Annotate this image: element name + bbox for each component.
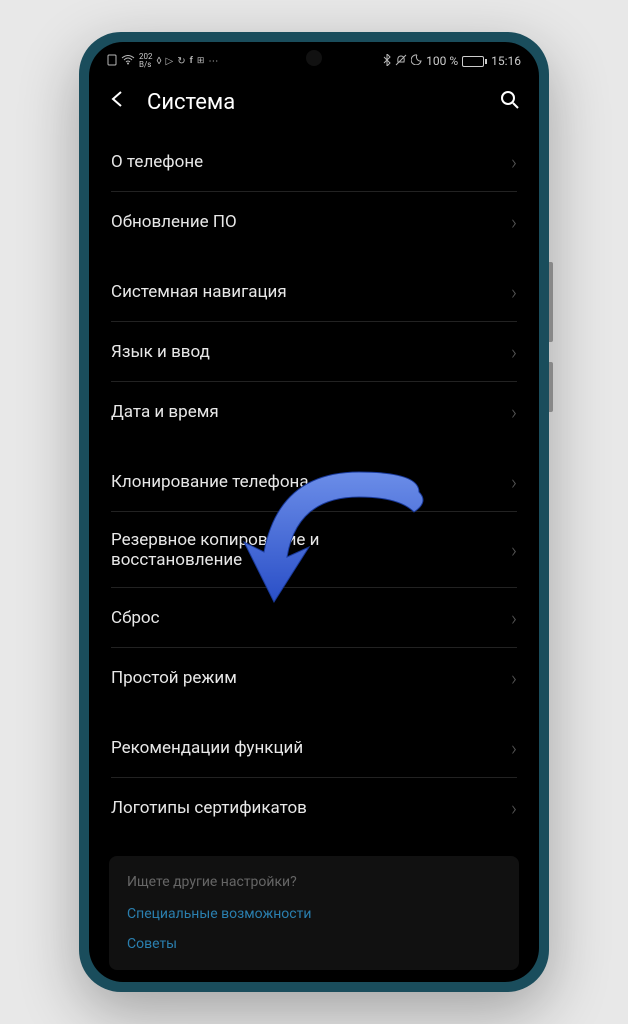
item-label: Дата и время — [111, 402, 219, 422]
power-button — [549, 362, 553, 412]
item-label: Клонирование телефона — [111, 472, 309, 492]
play-icon: ▷ — [166, 56, 174, 67]
phone-frame: 202 B/s ◊ ▷ ↻ f ⊞ ⋯ 100 — [79, 32, 549, 992]
item-software-update[interactable]: Обновление ПО › — [89, 192, 539, 252]
facebook-icon: f — [190, 56, 193, 66]
item-phone-clone[interactable]: Клонирование телефона › — [89, 452, 539, 512]
chevron-right-icon: › — [511, 400, 517, 424]
wifi-icon — [121, 55, 135, 68]
bluetooth-icon — [383, 54, 391, 69]
settings-list: О телефоне › Обновление ПО › Системная н… — [89, 132, 539, 838]
chevron-right-icon: › — [511, 340, 517, 364]
item-date-time[interactable]: Дата и время › — [89, 382, 539, 442]
item-about-phone[interactable]: О телефоне › — [89, 132, 539, 192]
chevron-right-icon: › — [511, 150, 517, 174]
more-icon: ⋯ — [208, 56, 218, 67]
battery-icon — [462, 56, 487, 67]
item-reset[interactable]: Сброс › — [89, 588, 539, 648]
volume-button — [549, 262, 553, 342]
chevron-right-icon: › — [511, 538, 517, 562]
chevron-right-icon: › — [511, 606, 517, 630]
back-button[interactable] — [107, 88, 129, 116]
item-language-input[interactable]: Язык и ввод › — [89, 322, 539, 382]
footer-card: Ищете другие настройки? Специальные возм… — [109, 856, 519, 970]
speed-unit: B/s — [139, 61, 153, 69]
item-label: Язык и ввод — [111, 342, 210, 362]
page-title: Система — [147, 90, 481, 115]
item-label: Обновление ПО — [111, 212, 237, 232]
item-system-navigation[interactable]: Системная навигация › — [89, 262, 539, 322]
item-label: Резервное копирование и восстановление — [111, 530, 371, 570]
item-cert-logos[interactable]: Логотипы сертификатов › — [89, 778, 539, 838]
dnd-icon — [395, 54, 407, 69]
location-icon: ◊ — [157, 56, 162, 67]
item-label: О телефоне — [111, 152, 203, 172]
camera-notch — [306, 50, 322, 66]
link-accessibility[interactable]: Специальные возможности — [127, 906, 501, 922]
item-label: Рекомендации функций — [111, 738, 303, 758]
status-right: 100 % 15:16 — [383, 54, 521, 69]
item-simple-mode[interactable]: Простой режим › — [89, 648, 539, 708]
chevron-right-icon: › — [511, 736, 517, 760]
chevron-right-icon: › — [511, 666, 517, 690]
item-feature-recommendations[interactable]: Рекомендации функций › — [89, 718, 539, 778]
item-label: Логотипы сертификатов — [111, 798, 307, 818]
item-label: Системная навигация — [111, 282, 287, 302]
header: Система — [89, 72, 539, 132]
chevron-right-icon: › — [511, 796, 517, 820]
speed-indicator: 202 B/s — [139, 53, 153, 69]
item-label: Простой режим — [111, 668, 237, 688]
clock: 15:16 — [491, 54, 521, 68]
moon-icon — [411, 54, 422, 68]
link-tips[interactable]: Советы — [127, 936, 501, 952]
item-backup-restore[interactable]: Резервное копирование и восстановление › — [89, 512, 539, 588]
menu-dots-icon: ⊞ — [197, 56, 205, 66]
search-button[interactable] — [499, 89, 521, 116]
chevron-right-icon: › — [511, 470, 517, 494]
battery-percent: 100 % — [426, 54, 458, 68]
chevron-right-icon: › — [511, 210, 517, 234]
footer-prompt: Ищете другие настройки? — [127, 874, 501, 890]
refresh-icon: ↻ — [177, 56, 185, 67]
sim-icon — [107, 54, 117, 69]
item-label: Сброс — [111, 608, 159, 628]
screen: 202 B/s ◊ ▷ ↻ f ⊞ ⋯ 100 — [89, 42, 539, 982]
status-left: 202 B/s ◊ ▷ ↻ f ⊞ ⋯ — [107, 53, 218, 69]
chevron-right-icon: › — [511, 280, 517, 304]
